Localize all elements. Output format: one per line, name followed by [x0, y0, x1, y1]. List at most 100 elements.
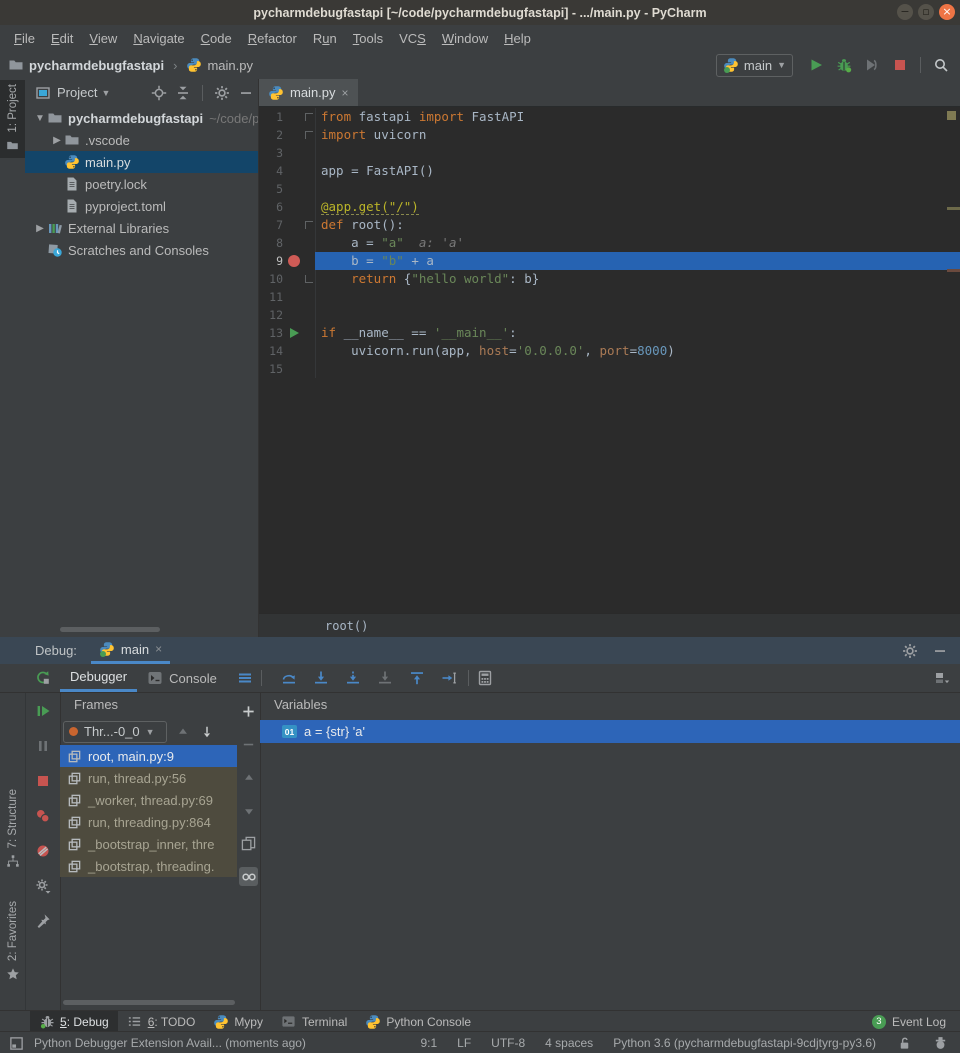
- frame-row[interactable]: run, threading.py:864: [60, 811, 237, 833]
- event-log-button[interactable]: 3Event Log: [872, 1015, 960, 1029]
- frame-row[interactable]: run, thread.py:56: [60, 767, 237, 789]
- tree-item-poetry-lock[interactable]: poetry.lock: [25, 173, 258, 195]
- tree-item-pyproject-toml[interactable]: pyproject.toml: [25, 195, 258, 217]
- step-out-button[interactable]: [406, 667, 428, 689]
- close-session-icon[interactable]: ×: [155, 642, 162, 656]
- menu-item-edit[interactable]: Edit: [43, 31, 81, 46]
- toolwindow-button-5-debug[interactable]: 5: Debug: [30, 1011, 118, 1032]
- toolwindow-button-mypy[interactable]: Mypy: [204, 1011, 272, 1032]
- coverage-button[interactable]: [861, 54, 883, 76]
- breakpoint-gutter[interactable]: [285, 252, 303, 270]
- add-watch-button[interactable]: [239, 702, 258, 721]
- run-line-icon[interactable]: [290, 328, 299, 338]
- tree-expand-icon[interactable]: ▶: [50, 135, 64, 146]
- run-config-selector[interactable]: main ▼: [716, 54, 793, 77]
- tree-item--vscode[interactable]: ▶.vscode: [25, 129, 258, 151]
- close-button[interactable]: ×: [939, 4, 955, 20]
- fold-marker[interactable]: [303, 270, 315, 288]
- fold-end-icon[interactable]: [305, 275, 313, 283]
- view-breakpoints-button[interactable]: [32, 805, 54, 827]
- hide-panel-icon[interactable]: [932, 643, 948, 659]
- file-encoding[interactable]: UTF-8: [491, 1036, 525, 1050]
- fold-marker[interactable]: [303, 126, 315, 144]
- frame-row[interactable]: root, main.py:9: [60, 745, 237, 767]
- warning-stripe-mark[interactable]: [947, 207, 960, 210]
- debug-button[interactable]: [833, 54, 855, 76]
- step-over-button[interactable]: [278, 667, 300, 689]
- remove-watch-button[interactable]: [239, 735, 258, 754]
- toolwindow-switcher-icon[interactable]: [8, 1035, 24, 1051]
- project-panel-title[interactable]: Project: [57, 85, 97, 100]
- resume-button[interactable]: [32, 700, 54, 722]
- run-gutter[interactable]: [285, 324, 303, 342]
- stop-button[interactable]: [889, 54, 911, 76]
- menu-item-run[interactable]: Run: [305, 31, 345, 46]
- tree-item-main-py[interactable]: main.py: [25, 151, 258, 173]
- toolwindow-button-terminal[interactable]: Terminal: [272, 1011, 356, 1032]
- hide-panel-icon[interactable]: [238, 85, 254, 101]
- layout-settings-icon[interactable]: [934, 670, 950, 686]
- indent-setting[interactable]: 4 spaces: [545, 1036, 593, 1050]
- editor-breadcrumb[interactable]: root(): [259, 613, 960, 638]
- debug-tab-debugger[interactable]: Debugger: [60, 664, 137, 692]
- fold-start-icon[interactable]: [305, 221, 313, 229]
- frame-row[interactable]: _worker, thread.py:69: [60, 789, 237, 811]
- tree-item-scratches-and-consoles[interactable]: Scratches and Consoles: [25, 239, 258, 261]
- stop-button[interactable]: [32, 770, 54, 792]
- menu-item-tools[interactable]: Tools: [345, 31, 391, 46]
- threads-view-icon[interactable]: [237, 670, 253, 686]
- fold-start-icon[interactable]: [305, 131, 313, 139]
- fold-marker[interactable]: [303, 216, 315, 234]
- collapse-all-icon[interactable]: [175, 85, 191, 101]
- menu-item-window[interactable]: Window: [434, 31, 496, 46]
- toolwindow-button-6-todo[interactable]: 6: TODO: [118, 1011, 205, 1032]
- frame-row[interactable]: _bootstrap, threading.: [60, 855, 237, 877]
- menu-item-code[interactable]: Code: [193, 31, 240, 46]
- breakpoint-stripe-mark[interactable]: [947, 269, 960, 272]
- breadcrumb-project[interactable]: pycharmdebugfastapi: [29, 58, 164, 73]
- tree-expand-icon[interactable]: ▶: [33, 223, 47, 234]
- fold-marker[interactable]: [303, 108, 315, 126]
- run-button[interactable]: [805, 54, 827, 76]
- pin-tab-button[interactable]: [32, 910, 54, 932]
- highlighting-level-icon[interactable]: [932, 1035, 948, 1051]
- project-horizontal-scrollbar[interactable]: [60, 627, 160, 632]
- menu-item-help[interactable]: Help: [496, 31, 539, 46]
- force-step-into-button[interactable]: [342, 667, 364, 689]
- maximize-button[interactable]: ▫: [918, 4, 934, 20]
- sidebar-item-project[interactable]: 1: Project: [0, 80, 25, 158]
- breakpoint-icon[interactable]: [288, 255, 300, 267]
- previous-frame-icon[interactable]: [175, 724, 191, 740]
- locate-file-icon[interactable]: [151, 85, 167, 101]
- mute-breakpoints-button[interactable]: [32, 840, 54, 862]
- inspection-indicator[interactable]: [947, 111, 956, 120]
- search-everywhere-button[interactable]: [930, 54, 952, 76]
- thread-dropdown[interactable]: Thr...-0_0 ▼: [63, 721, 167, 743]
- lock-icon[interactable]: [896, 1035, 912, 1051]
- run-to-cursor-button[interactable]: [438, 667, 460, 689]
- menu-item-refactor[interactable]: Refactor: [240, 31, 305, 46]
- breadcrumb-file[interactable]: main.py: [207, 58, 253, 73]
- gear-icon[interactable]: [902, 643, 918, 659]
- toolwindow-button-python-console[interactable]: Python Console: [356, 1011, 480, 1032]
- tree-item-pycharmdebugfastapi[interactable]: ▼pycharmdebugfastapi~/code/pycharmdebugf…: [25, 107, 258, 129]
- menu-item-navigate[interactable]: Navigate: [125, 31, 192, 46]
- menu-item-view[interactable]: View: [81, 31, 125, 46]
- frames-horizontal-scrollbar[interactable]: [63, 1000, 235, 1005]
- pause-button[interactable]: [32, 735, 54, 757]
- tree-item-external-libraries[interactable]: ▶External Libraries: [25, 217, 258, 239]
- caret-position[interactable]: 9:1: [420, 1036, 437, 1050]
- editor-tab-main-py[interactable]: main.py ×: [259, 79, 358, 106]
- menu-item-file[interactable]: File: [6, 31, 43, 46]
- code-area[interactable]: 1from fastapi import FastAPI2import uvic…: [259, 106, 960, 615]
- minimize-button[interactable]: −: [897, 4, 913, 20]
- debug-tab-console[interactable]: Console: [137, 664, 227, 692]
- smart-step-into-button[interactable]: [374, 667, 396, 689]
- chevron-down-icon[interactable]: ▼: [101, 88, 110, 98]
- show-watches-button[interactable]: [239, 867, 258, 886]
- gear-icon[interactable]: [214, 85, 230, 101]
- move-watch-down-button[interactable]: [239, 801, 258, 820]
- step-into-button[interactable]: [310, 667, 332, 689]
- menu-item-vcs[interactable]: VCS: [391, 31, 434, 46]
- interpreter[interactable]: Python 3.6 (pycharmdebugfastapi-9cdjtyrg…: [613, 1036, 876, 1050]
